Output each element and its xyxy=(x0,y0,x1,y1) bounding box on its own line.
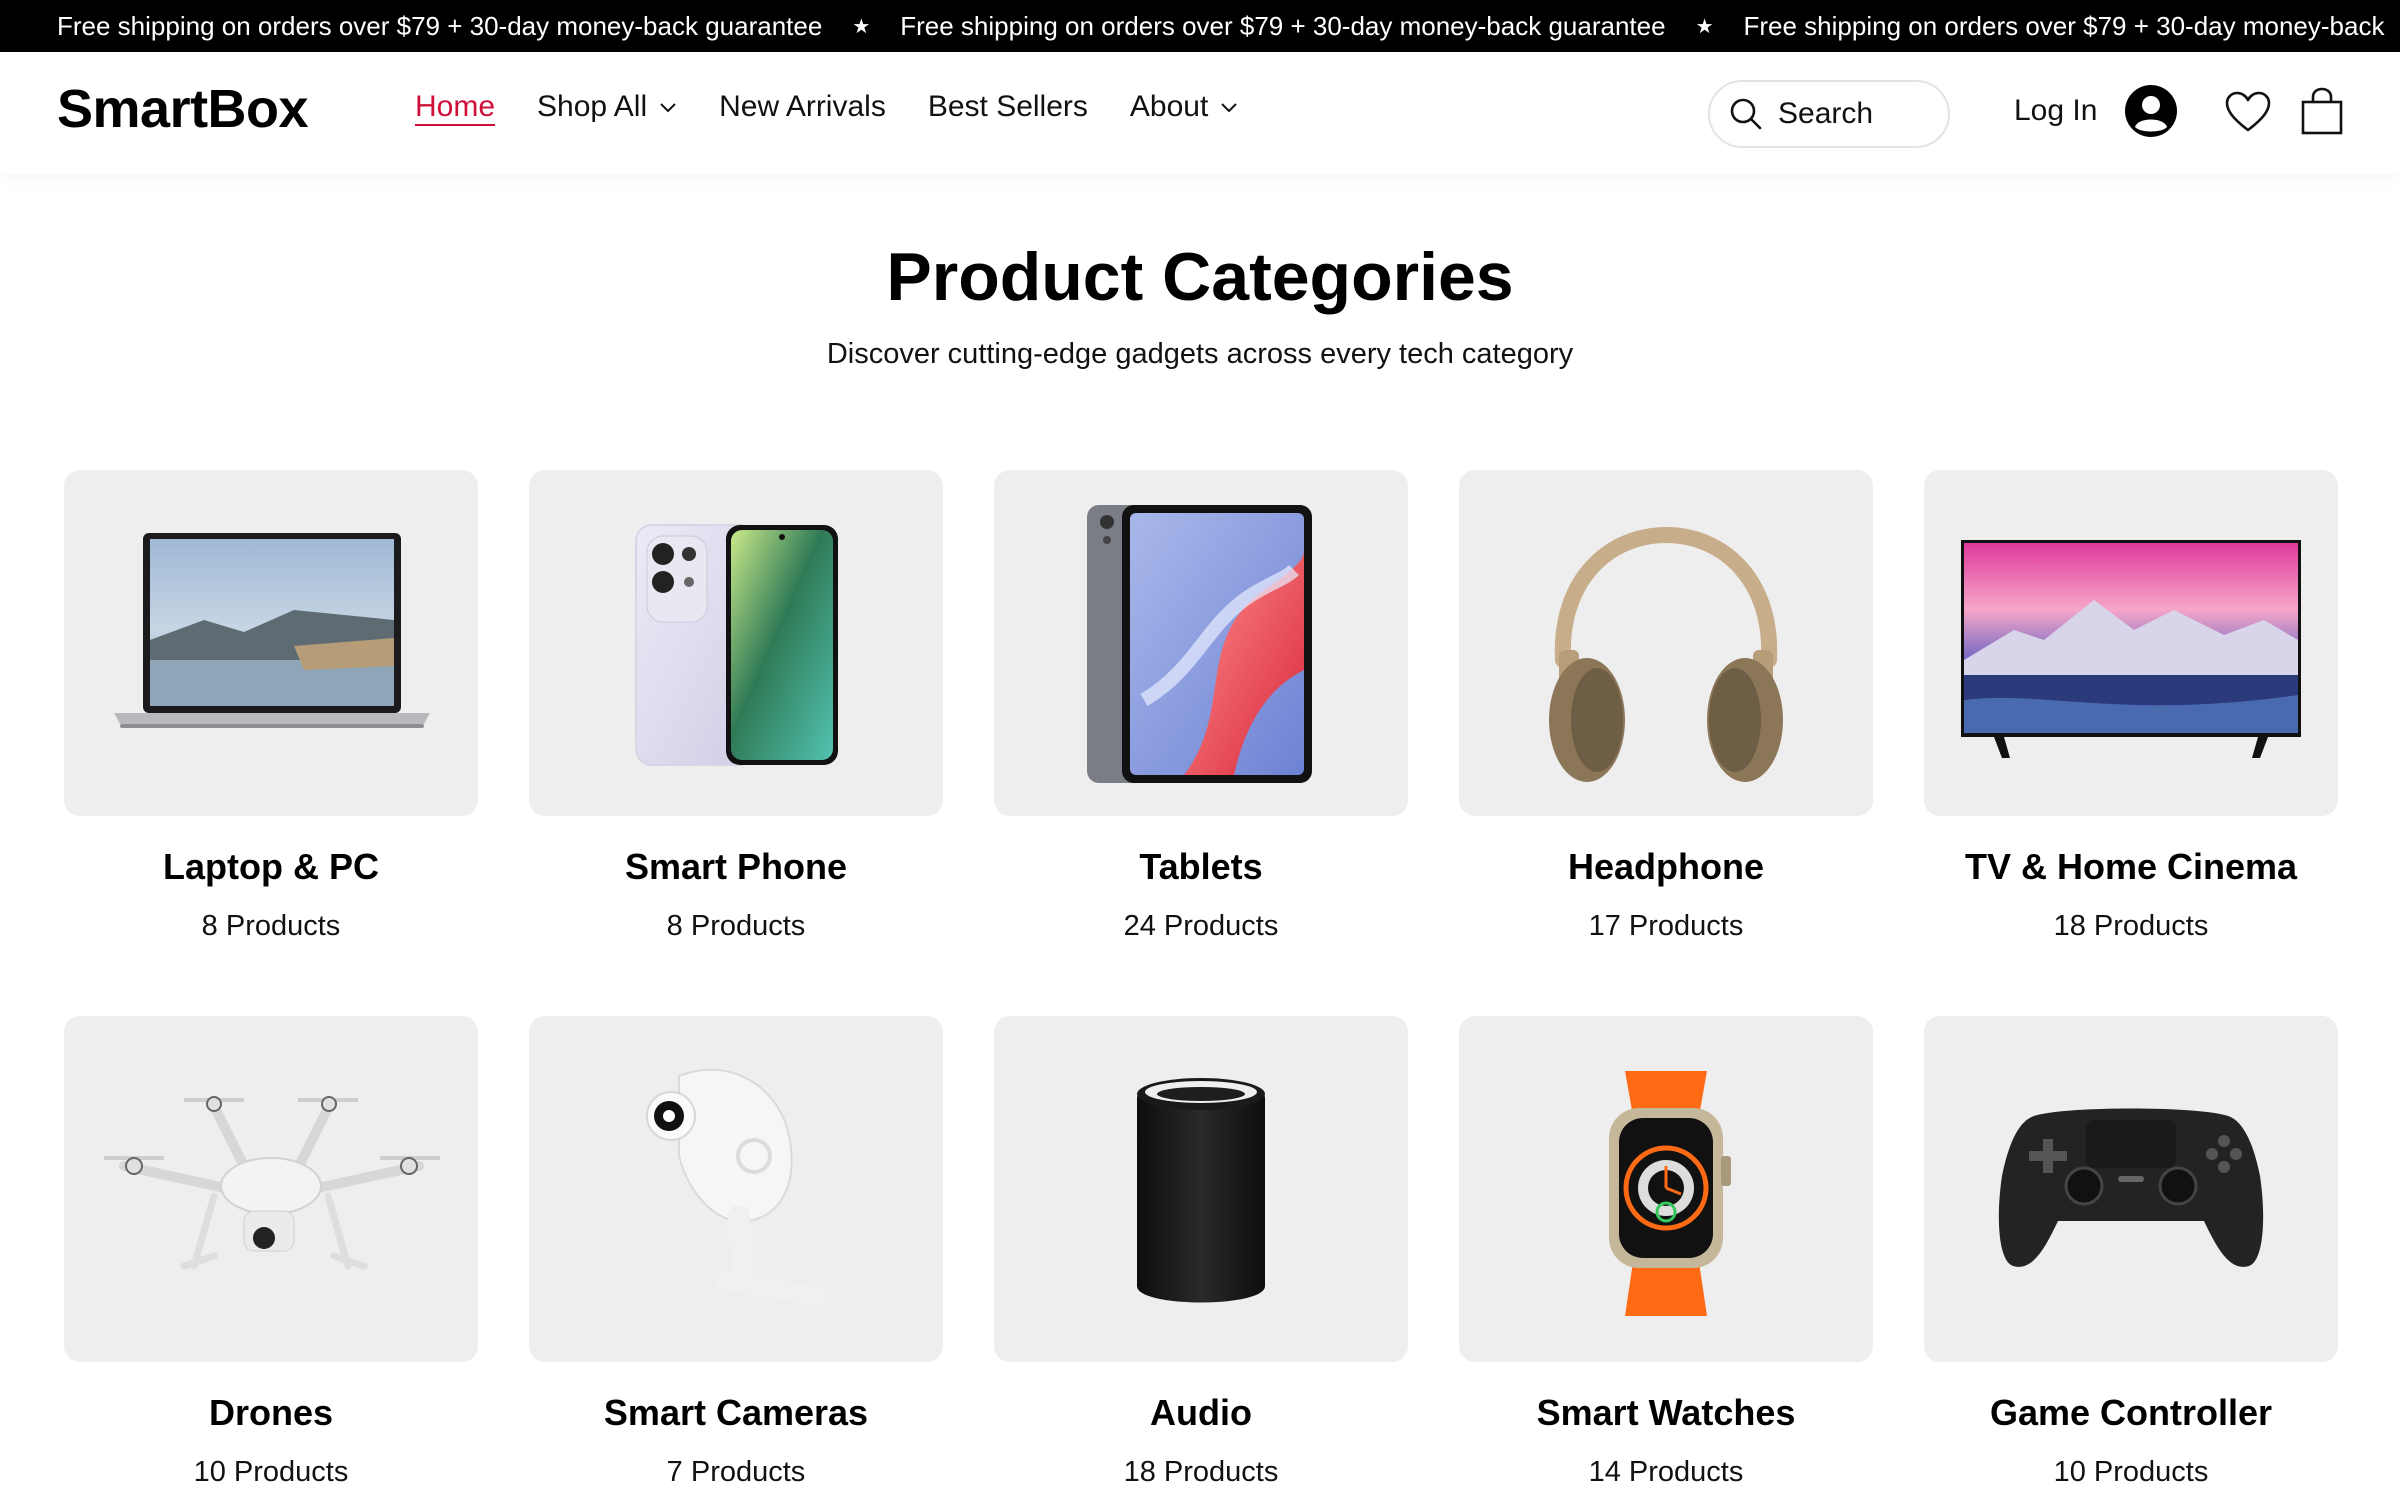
category-card-drones[interactable]: Drones 10 Products xyxy=(64,1016,478,1496)
smartphone-image xyxy=(635,524,838,766)
category-card-game-controller[interactable]: Game Controller 10 Products xyxy=(1924,1016,2338,1496)
category-image[interactable] xyxy=(994,470,1408,816)
announcement-text: Free shipping on orders over $79 + 30-da… xyxy=(1743,10,2385,41)
shopping-bag-icon[interactable] xyxy=(2300,86,2344,136)
star-icon: ★ xyxy=(852,15,871,38)
smartwatch-image xyxy=(1609,1071,1731,1316)
drone-image xyxy=(104,1096,440,1270)
announcement-track: Free shipping on orders over $79 + 30-da… xyxy=(57,0,2384,52)
category-count: 18 Products xyxy=(2053,910,2209,942)
category-count: 14 Products xyxy=(1588,1456,1744,1488)
nav-item-about[interactable]: About xyxy=(1130,90,1238,124)
category-card-smart-watches[interactable]: Smart Watches 14 Products xyxy=(1459,1016,1873,1496)
category-count: 7 Products xyxy=(666,1456,806,1488)
announcement-bar: Free shipping on orders over $79 + 30-da… xyxy=(0,0,2400,52)
category-card-audio[interactable]: Audio 18 Products xyxy=(994,1016,1408,1496)
category-count: 10 Products xyxy=(2053,1456,2209,1488)
star-icon: ★ xyxy=(1695,15,1714,38)
category-image[interactable] xyxy=(64,1016,478,1362)
category-card-laptop[interactable]: Laptop & PC 8 Products xyxy=(64,470,478,1016)
category-name[interactable]: Drones xyxy=(64,1392,478,1434)
category-name[interactable]: Audio xyxy=(994,1392,1408,1434)
main-nav: Home Shop All New Arrivals Best Sellers … xyxy=(415,90,1280,124)
category-name[interactable]: Smart Watches xyxy=(1459,1392,1873,1434)
category-count: 8 Products xyxy=(201,910,341,942)
category-card-tablets[interactable]: Tablets 24 Products xyxy=(994,470,1408,1016)
category-card-tv[interactable]: TV & Home Cinema 18 Products xyxy=(1924,470,2338,1016)
chevron-down-icon xyxy=(660,103,676,113)
nav-item-best-sellers[interactable]: Best Sellers xyxy=(928,90,1088,124)
category-count: 8 Products xyxy=(666,910,806,942)
nav-item-label: New Arrivals xyxy=(719,90,886,123)
category-card-smart-phone[interactable]: Smart Phone 8 Products xyxy=(529,470,943,1016)
speaker-image xyxy=(1137,1078,1265,1303)
nav-item-home[interactable]: Home xyxy=(415,90,495,124)
announcement-text: Free shipping on orders over $79 + 30-da… xyxy=(900,10,1666,41)
category-image[interactable] xyxy=(1459,1016,1873,1362)
category-image[interactable] xyxy=(1924,470,2338,816)
category-image[interactable] xyxy=(64,470,478,816)
category-count: 24 Products xyxy=(1123,910,1279,942)
search-icon[interactable] xyxy=(1728,96,1764,132)
nav-item-label: About xyxy=(1129,90,1209,123)
category-image[interactable] xyxy=(1924,1016,2338,1362)
category-count: 18 Products xyxy=(1123,1456,1279,1488)
page-title: Product Categories xyxy=(886,239,1514,315)
nav-item-label: Shop All xyxy=(537,90,648,123)
page-subtitle: Discover cutting-edge gadgets across eve… xyxy=(826,338,1574,370)
user-avatar-icon[interactable] xyxy=(2124,84,2178,138)
announcement-text: Free shipping on orders over $79 + 30-da… xyxy=(57,10,823,41)
category-count: 10 Products xyxy=(193,1456,349,1488)
category-name[interactable]: Tablets xyxy=(994,846,1408,888)
category-image[interactable] xyxy=(1459,470,1873,816)
category-name[interactable]: TV & Home Cinema xyxy=(1924,846,2338,888)
headphone-image xyxy=(1549,526,1783,782)
category-grid: Laptop & PC 8 Products Smart Phone 8 Pro… xyxy=(64,470,2338,1496)
category-card-headphone[interactable]: Headphone 17 Products xyxy=(1459,470,1873,1016)
category-name[interactable]: Smart Phone xyxy=(529,846,943,888)
category-name[interactable]: Headphone xyxy=(1459,846,1873,888)
heart-icon[interactable] xyxy=(2224,90,2272,134)
tablet-image xyxy=(1087,505,1312,783)
login-link[interactable]: Log In xyxy=(2014,94,2097,128)
category-name[interactable]: Smart Cameras xyxy=(529,1392,943,1434)
category-card-smart-cameras[interactable]: Smart Cameras 7 Products xyxy=(529,1016,943,1496)
category-image[interactable] xyxy=(529,470,943,816)
nav-item-label: Home xyxy=(415,90,496,123)
site-header: SmartBox Home Shop All New Arrivals Best… xyxy=(0,52,2400,174)
nav-item-shop-all[interactable]: Shop All xyxy=(537,90,677,124)
site-logo[interactable]: SmartBox xyxy=(57,78,309,140)
category-name[interactable]: Laptop & PC xyxy=(64,846,478,888)
nav-item-new-arrivals[interactable]: New Arrivals xyxy=(719,90,886,124)
search-input[interactable] xyxy=(1778,97,1928,131)
nav-item-label: Best Sellers xyxy=(927,90,1088,123)
category-name[interactable]: Game Controller xyxy=(1924,1392,2338,1434)
category-image[interactable] xyxy=(529,1016,943,1362)
search-box[interactable] xyxy=(1708,80,1950,148)
category-count: 17 Products xyxy=(1588,910,1744,942)
laptop-image xyxy=(114,533,430,728)
tv-image xyxy=(1961,540,2301,758)
category-image[interactable] xyxy=(994,1016,1408,1362)
gamepad-image xyxy=(1998,1108,2264,1267)
chevron-down-icon xyxy=(1221,103,1238,113)
camera-image xyxy=(646,1068,828,1305)
